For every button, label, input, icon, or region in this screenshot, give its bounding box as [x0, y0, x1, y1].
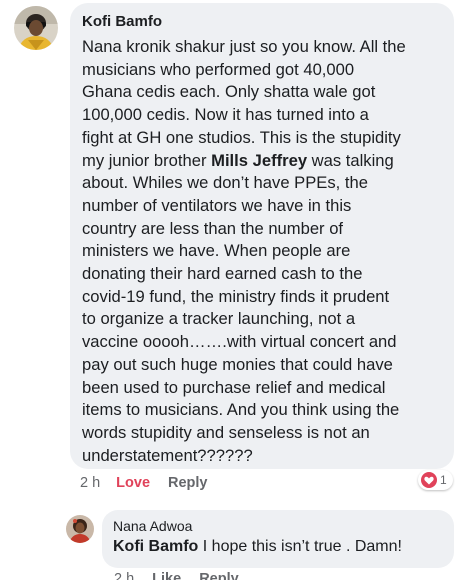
avatar-nana-adwoa[interactable]	[66, 515, 94, 543]
reply-bubble: Nana Adwoa Kofi Bamfo I hope this isn’t …	[102, 510, 454, 568]
reaction-badge[interactable]: 1	[418, 470, 453, 490]
comment-line: about. Whiles we don’t have PPEs, the	[82, 173, 368, 193]
comment-line: vaccine ooooh…….with virtual concert and	[82, 332, 397, 352]
reply-text: Kofi Bamfo I hope this isn’t true . Damn…	[113, 538, 402, 556]
comment-actions: 2 h Love Reply	[80, 475, 208, 491]
comment-line: understatement??????	[82, 445, 253, 465]
love-button[interactable]: Love	[116, 475, 150, 491]
comment-line: covid-19 fund, the ministry finds it pru…	[82, 286, 390, 306]
heart-icon	[421, 472, 437, 488]
reply-time[interactable]: 2 h	[114, 571, 134, 580]
reply-body: I hope this isn’t true . Damn!	[198, 538, 402, 555]
comment-line: ministers we have. When people are	[82, 241, 351, 261]
comment-line: items to musicians. And you think using …	[82, 400, 400, 420]
comment-line: Ghana cedis each. Only shatta wale got	[82, 82, 376, 102]
comment-line: pay out such huge monies that could have	[82, 354, 393, 374]
comment-line: country are less than the number of	[82, 218, 344, 238]
profile-photo-icon	[14, 6, 58, 50]
like-button[interactable]: Like	[152, 571, 181, 580]
comment-line: to organize a tracker launching, not a	[82, 309, 356, 329]
comment-author[interactable]: Kofi Bamfo	[82, 13, 162, 30]
comment-text: Nana kronik shakur just so you know. All…	[82, 36, 448, 467]
comment-line: 100,000 cedis. Now it has turned into a	[82, 105, 369, 125]
comment-line: number of ventilators we have in this	[82, 195, 352, 215]
comment-line: been used to purchase relief and medical	[82, 377, 386, 397]
comment-line: Nana kronik shakur just so you know. All…	[82, 37, 406, 56]
comment-line: donating their hard earned cash to the	[82, 264, 363, 284]
comment-line-prefix: my junior brother	[82, 150, 212, 170]
reaction-count: 1	[440, 473, 447, 487]
comment-thread: Kofi Bamfo Nana kronik shakur just so yo…	[0, 0, 464, 580]
avatar-kofi-bamfo[interactable]	[14, 6, 58, 50]
comment-line: fight at GH one studios. This is the stu…	[82, 127, 401, 147]
comment-line-suffix: was talking	[307, 150, 394, 170]
mention-kofi-bamfo[interactable]: Kofi Bamfo	[113, 538, 198, 555]
comment-line: musicians who performed got 40,000	[82, 59, 355, 79]
reply-actions: 2 h Like Reply	[114, 571, 239, 580]
profile-photo-icon	[66, 515, 94, 543]
comment-time[interactable]: 2 h	[80, 475, 100, 491]
comment-bubble: Kofi Bamfo Nana kronik shakur just so yo…	[70, 3, 454, 469]
reply-author[interactable]: Nana Adwoa	[113, 518, 192, 534]
comment-line-mention: my junior brother Mills Jeffrey was talk…	[82, 150, 448, 173]
comment-line: words stupidity and senseless is not an	[82, 422, 370, 442]
mention-mills-jeffrey[interactable]: Mills Jeffrey	[211, 151, 307, 170]
reply-reply-button[interactable]: Reply	[199, 571, 239, 580]
reply-button[interactable]: Reply	[168, 475, 208, 491]
